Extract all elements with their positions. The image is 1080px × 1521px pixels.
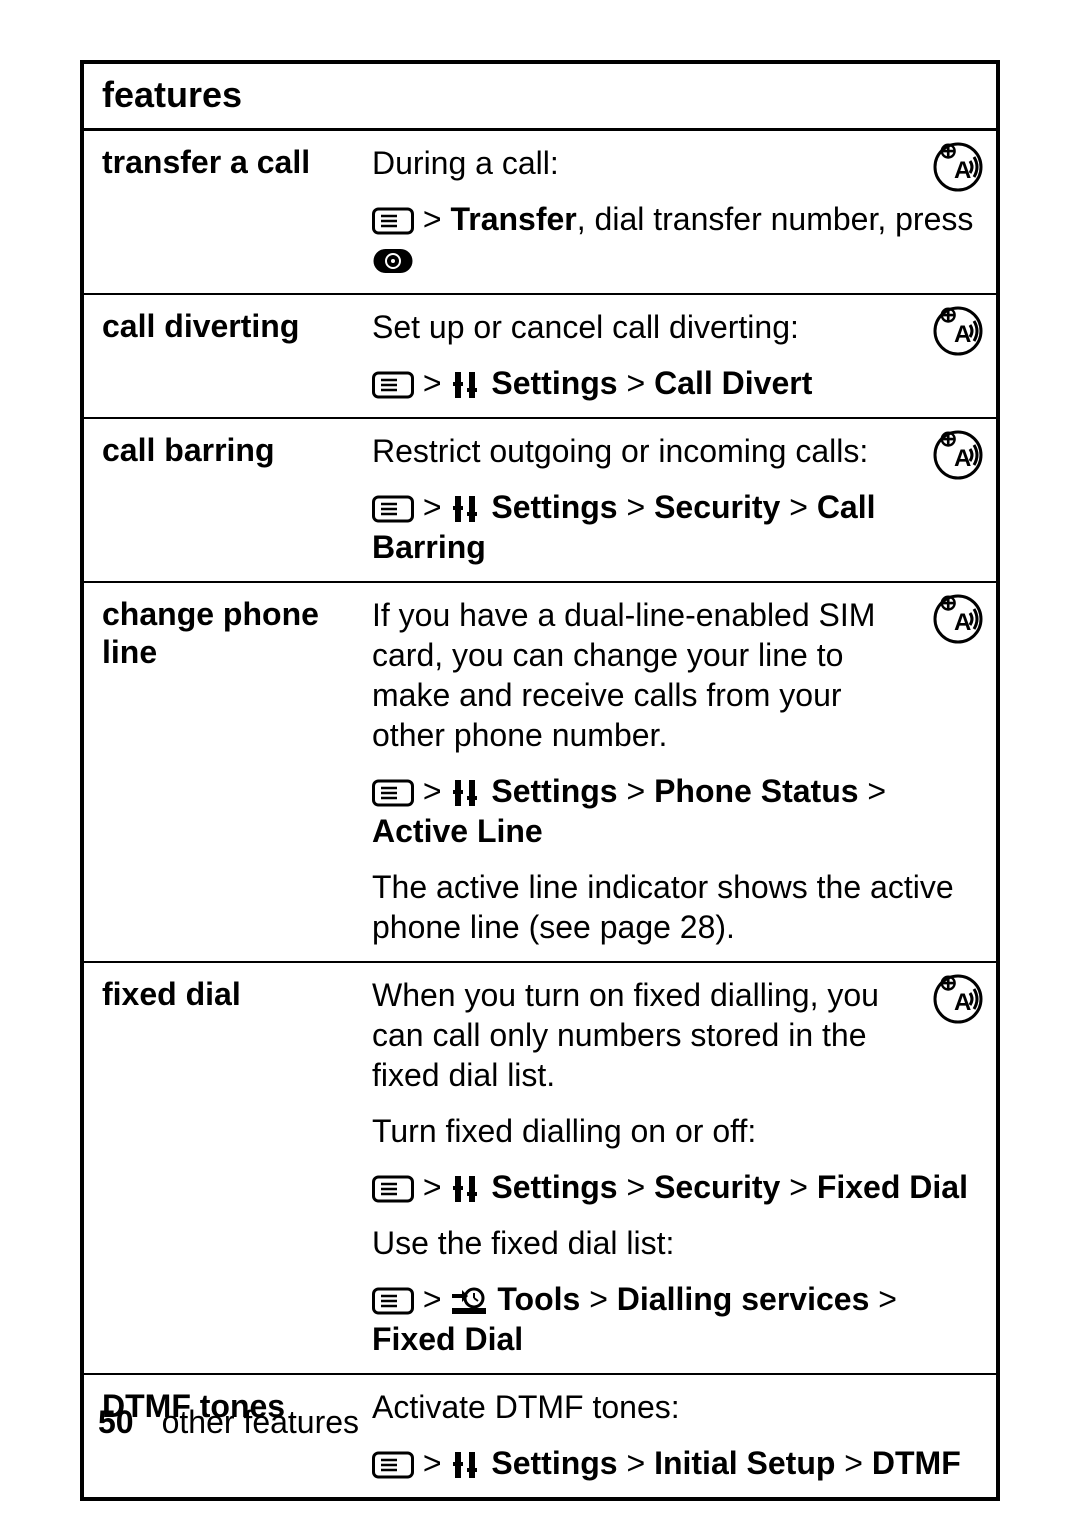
description-text: The active line indicator shows the acti… bbox=[372, 867, 978, 947]
description-text: Set up or cancel call diverting: bbox=[372, 307, 978, 347]
table-row: call barring Restrict outgoing or incomi… bbox=[82, 418, 998, 582]
feature-name: call barring bbox=[82, 418, 372, 582]
description-text: Use the fixed dial list: bbox=[372, 1223, 978, 1263]
feature-description: Activate DTMF tones: > Settings > Initia… bbox=[372, 1374, 998, 1499]
feature-description: Restrict outgoing or incoming calls: > S… bbox=[372, 418, 998, 582]
nav-item: Settings bbox=[491, 489, 617, 525]
nav-path: > Transfer, dial transfer number, press bbox=[372, 199, 978, 279]
nav-item: Tools bbox=[497, 1281, 580, 1317]
features-table: features transfer a call During a call: … bbox=[80, 60, 1000, 1501]
table-row: transfer a call During a call: > Transfe… bbox=[82, 130, 998, 295]
nav-item: Settings bbox=[491, 1169, 617, 1205]
operator-badge-icon bbox=[932, 973, 984, 1025]
table-header: features bbox=[82, 62, 998, 130]
nav-item: Settings bbox=[491, 365, 617, 401]
nav-item: Initial Setup bbox=[654, 1445, 835, 1481]
operator-badge-icon bbox=[932, 141, 984, 193]
feature-description: When you turn on fixed dialling, you can… bbox=[372, 962, 998, 1374]
nav-item: Active Line bbox=[372, 813, 543, 849]
nav-path: > Settings > Security > Fixed Dial bbox=[372, 1167, 978, 1207]
nav-path: > Settings > Phone Status > Active Line bbox=[372, 771, 978, 851]
operator-badge-icon bbox=[932, 305, 984, 357]
description-text: During a call: bbox=[372, 143, 978, 183]
page-number: 50 bbox=[98, 1404, 134, 1440]
table-row: change phone line If you have a dual-lin… bbox=[82, 582, 998, 962]
operator-badge-icon bbox=[932, 429, 984, 481]
description-text: If you have a dual-line-enabled SIM card… bbox=[372, 595, 978, 755]
nav-item: DTMF bbox=[872, 1445, 961, 1481]
feature-description: During a call: > Transfer, dial transfer… bbox=[372, 130, 998, 295]
nav-item: Fixed Dial bbox=[817, 1169, 968, 1205]
nav-item: Fixed Dial bbox=[372, 1321, 523, 1357]
description-text: Activate DTMF tones: bbox=[372, 1387, 978, 1427]
nav-path: > Tools > Dialling services > Fixed Dial bbox=[372, 1279, 978, 1359]
nav-item: Security bbox=[654, 489, 780, 525]
manual-page: features transfer a call During a call: … bbox=[0, 0, 1080, 1521]
settings-icon bbox=[450, 369, 482, 399]
table-row: fixed dial When you turn on fixed dialli… bbox=[82, 962, 998, 1374]
description-text: Turn fixed dialling on or off: bbox=[372, 1111, 978, 1151]
send-key-icon bbox=[372, 245, 414, 275]
feature-name: fixed dial bbox=[82, 962, 372, 1374]
nav-path: > Settings > Security > Call Barring bbox=[372, 487, 978, 567]
menu-key-icon bbox=[372, 205, 414, 235]
nav-item: Phone Status bbox=[654, 773, 858, 809]
nav-item: Call Divert bbox=[654, 365, 812, 401]
nav-tail-text: , dial transfer number, press bbox=[577, 201, 974, 237]
feature-name: call diverting bbox=[82, 294, 372, 418]
operator-badge-icon bbox=[932, 593, 984, 645]
nav-item: Security bbox=[654, 1169, 780, 1205]
description-text: When you turn on fixed dialling, you can… bbox=[372, 975, 978, 1095]
menu-key-icon bbox=[372, 1173, 414, 1203]
nav-item: Settings bbox=[491, 773, 617, 809]
menu-key-icon bbox=[372, 493, 414, 523]
page-footer: 50 other features bbox=[98, 1404, 359, 1441]
feature-description: If you have a dual-line-enabled SIM card… bbox=[372, 582, 998, 962]
menu-key-icon bbox=[372, 1285, 414, 1315]
nav-item: Settings bbox=[491, 1445, 617, 1481]
table-row: call diverting Set up or cancel call div… bbox=[82, 294, 998, 418]
nav-path: > Settings > Call Divert bbox=[372, 363, 978, 403]
nav-item: Dialling services bbox=[617, 1281, 870, 1317]
nav-path: > Settings > Initial Setup > DTMF bbox=[372, 1443, 978, 1483]
tools-icon bbox=[450, 1285, 488, 1315]
settings-icon bbox=[450, 1173, 482, 1203]
settings-icon bbox=[450, 777, 482, 807]
menu-key-icon bbox=[372, 369, 414, 399]
menu-key-icon bbox=[372, 1449, 414, 1479]
settings-icon bbox=[450, 493, 482, 523]
menu-key-icon bbox=[372, 777, 414, 807]
feature-name: transfer a call bbox=[82, 130, 372, 295]
feature-name: change phone line bbox=[82, 582, 372, 962]
section-title: other features bbox=[162, 1404, 359, 1440]
feature-description: Set up or cancel call diverting: > Setti… bbox=[372, 294, 998, 418]
nav-item: Transfer bbox=[450, 201, 576, 237]
description-text: Restrict outgoing or incoming calls: bbox=[372, 431, 978, 471]
settings-icon bbox=[450, 1449, 482, 1479]
